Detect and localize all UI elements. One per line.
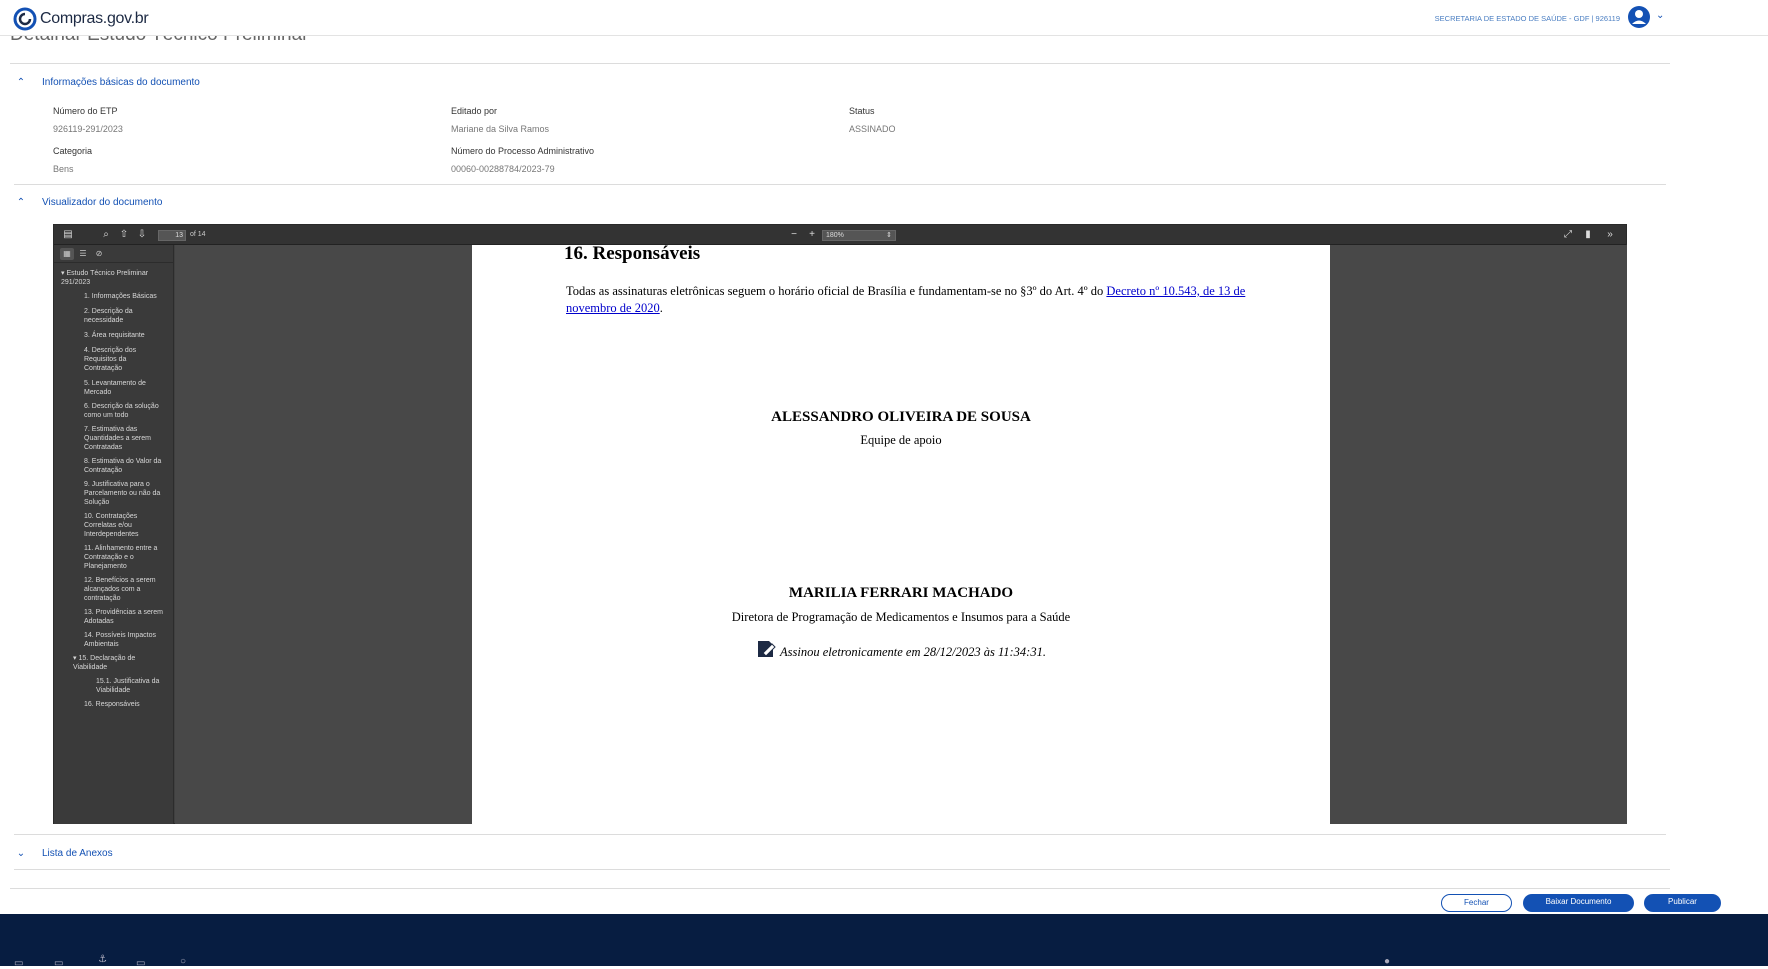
outline-item[interactable]: 6. Descrição da solução como um todo — [84, 402, 170, 420]
footer-icon[interactable]: ▭ — [136, 958, 145, 969]
pdf-page: 16. Responsáveis Todas as assinaturas el… — [472, 245, 1330, 824]
close-button[interactable]: Fechar — [1441, 894, 1512, 912]
field-value-status: ASSINADO — [849, 124, 896, 134]
zoom-select[interactable]: 180% ⇕ — [822, 230, 896, 241]
signature-stamp: Assinou eletronicamente em 28/12/2023 às… — [472, 639, 1330, 660]
field-value-edited-by: Mariane da Silva Ramos — [451, 124, 550, 134]
pdf-heading: 16. Responsáveis — [564, 245, 701, 264]
signer-name: MARILIA FERRARI MACHADO — [788, 585, 1014, 601]
footer-icon[interactable]: ○ — [180, 956, 186, 967]
outline-item[interactable]: ▾ 15. Declaração de Viabilidade — [73, 654, 170, 672]
section-viewer-toggle[interactable]: ⌃ Visualizador do documento — [14, 197, 163, 208]
download-document-button[interactable]: Baixar Documento — [1523, 894, 1634, 912]
field-label-edited-by: Editado por — [451, 106, 498, 116]
outline-item[interactable]: 8. Estimativa do Valor da Contratação — [84, 457, 172, 475]
field-label-status: Status — [849, 106, 875, 116]
divider — [14, 184, 1666, 185]
signature-icon — [758, 641, 776, 657]
publish-button[interactable]: Publicar — [1644, 894, 1721, 912]
logo-text: Compras.gov.br — [40, 10, 149, 27]
thumbnails-icon[interactable]: ▦ — [60, 248, 74, 260]
outline-toggle-icon[interactable]: ▾ — [73, 655, 77, 662]
zoom-value: 180% — [826, 232, 844, 239]
outline-item[interactable]: 15.1. Justificativa da Viabilidade — [96, 677, 172, 695]
tools-menu-icon[interactable]: » — [1604, 229, 1616, 241]
pdf-paragraph: Todas as assinaturas eletrônicas seguem … — [566, 284, 1246, 315]
pdf-toolbar: ▤ ⌕ ⇧ ⇩ of 14 − + 180% ⇕ ⤢ ▮ » — [54, 225, 1626, 245]
next-page-icon[interactable]: ⇩ — [136, 229, 148, 241]
divider — [10, 888, 1670, 889]
outline-item[interactable]: 10. Contratações Correlatas e/ou Interde… — [84, 512, 164, 539]
outline-item[interactable]: 9. Justificativa para o Parcelamento ou … — [84, 480, 170, 507]
outline-item[interactable]: 7. Estimativa das Quantidades a serem Co… — [84, 425, 170, 452]
page-count: of 14 — [190, 231, 206, 238]
signer-name: ALESSANDRO OLIVEIRA DE SOUSA — [771, 409, 1031, 425]
accessibility-icon[interactable]: ⚓ — [98, 954, 107, 965]
logo[interactable]: Compras.gov.br — [12, 6, 149, 32]
zoom-in-icon[interactable]: + — [806, 229, 818, 241]
footer-icon[interactable]: ▭ — [14, 958, 23, 969]
search-icon[interactable]: ⌕ — [100, 229, 112, 241]
field-value-etp-number: 926119-291/2023 — [53, 124, 123, 134]
outline-item[interactable]: 2. Descrição da necessidade — [84, 307, 170, 325]
outline-item[interactable]: 13. Providências a serem Adotadas — [84, 608, 172, 626]
outline-item[interactable]: 16. Responsáveis — [84, 700, 170, 709]
pdf-page-area[interactable]: 16. Responsáveis Todas as assinaturas el… — [175, 245, 1627, 824]
section-basic-title: Informações básicas do documento — [42, 77, 200, 88]
field-label-category: Categoria — [53, 146, 93, 156]
field-label-etp-number: Número do ETP — [53, 106, 118, 116]
top-bar: Compras.gov.br SECRETARIA DE ESTADO DE S… — [0, 0, 1768, 36]
outline-icon[interactable]: ☰ — [76, 248, 90, 260]
field-label-process-number: Número do Processo Administrativo — [451, 146, 595, 156]
section-annex-title: Lista de Anexos — [42, 848, 113, 859]
outline-item[interactable]: 5. Levantamento de Mercado — [84, 379, 170, 397]
section-basic-toggle[interactable]: ⌃ Informações básicas do documento — [14, 77, 200, 88]
footer: ▭ ▭ ⚓ ▭ ○ ● — [0, 914, 1768, 969]
attachments-icon[interactable]: ⊘ — [92, 248, 106, 260]
outline-item[interactable]: 14. Possíveis Impactos Ambientais — [84, 631, 170, 649]
footer-icon[interactable]: ▭ — [54, 958, 63, 969]
divider — [14, 834, 1666, 835]
outline-item[interactable]: 11. Alinhamento entre a Contratação e o … — [84, 544, 170, 571]
pdf-viewer: ▤ ⌕ ⇧ ⇩ of 14 − + 180% ⇕ ⤢ ▮ » ▦ ☰ ⊘ ▾ Es… — [53, 224, 1627, 824]
presentation-mode-icon[interactable]: ⤢ — [1562, 229, 1574, 241]
compras-logo-icon — [13, 7, 37, 31]
sidebar-tabs: ▦ ☰ ⊘ — [54, 245, 173, 263]
footer-logo-icon: ● — [1384, 956, 1391, 967]
chevron-down-icon[interactable]: ⌄ — [1656, 10, 1664, 21]
zoom-out-icon[interactable]: − — [788, 229, 800, 241]
outline-toggle-icon[interactable]: ▾ — [61, 270, 65, 277]
divider — [10, 63, 1670, 64]
section-viewer-title: Visualizador do documento — [42, 197, 163, 208]
previous-page-icon[interactable]: ⇧ — [118, 229, 130, 241]
signer-role: Diretora de Programação de Medicamentos … — [731, 610, 1071, 624]
field-value-process-number: 00060-00288784/2023-79 — [451, 164, 555, 174]
user-circle-icon[interactable] — [1628, 6, 1650, 28]
select-arrows-icon: ⇕ — [886, 232, 892, 239]
field-value-category: Bens — [53, 164, 74, 174]
page-number-input[interactable] — [158, 230, 186, 241]
outline-item[interactable]: 4. Descrição dos Requisitos da Contrataç… — [84, 346, 154, 373]
bookmark-icon[interactable]: ▮ — [1582, 229, 1594, 241]
chevron-down-icon: ⌄ — [16, 848, 26, 859]
chevron-up-icon: ⌃ — [16, 77, 26, 88]
signer-role: Equipe de apoio — [860, 433, 942, 447]
divider — [14, 869, 1670, 870]
outline-item[interactable]: ▾ Estudo Técnico Preliminar 291/2023 — [61, 269, 173, 287]
sidebar-toggle-icon[interactable]: ▤ — [62, 229, 74, 241]
org-label[interactable]: SECRETARIA DE ESTADO DE SAÚDE - GDF | 92… — [1435, 14, 1620, 23]
chevron-up-icon: ⌃ — [16, 197, 26, 208]
outline-sidebar: ▦ ☰ ⊘ ▾ Estudo Técnico Preliminar 291/20… — [54, 245, 174, 824]
outline-item[interactable]: 12. Benefícios a serem alcançados com a … — [84, 576, 170, 603]
outline-item[interactable]: 3. Área requisitante — [84, 331, 170, 340]
outline-item[interactable]: 1. Informações Básicas — [84, 292, 170, 301]
section-annex-toggle[interactable]: ⌄ Lista de Anexos — [14, 848, 113, 859]
